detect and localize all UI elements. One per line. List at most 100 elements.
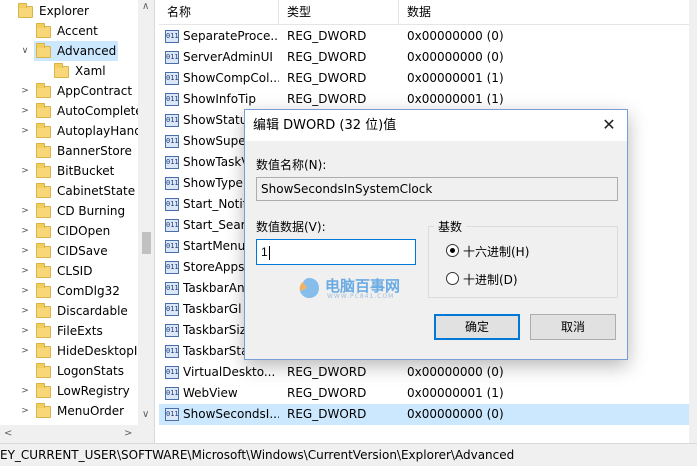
scroll-right-icon[interactable]: > — [124, 428, 132, 439]
tree-item-label[interactable]: Discardable — [57, 301, 128, 321]
value-data-cell: 0x00000001 (1) — [407, 71, 504, 85]
expand-chevron-icon — [2, 1, 12, 21]
tree-item-label[interactable]: Xaml — [75, 61, 106, 81]
folder-icon — [36, 403, 51, 418]
expand-chevron-icon[interactable]: > — [20, 121, 30, 141]
table-row[interactable]: 011 ShowSecondsI... REG_DWORD 0x00000000 (0… — [159, 404, 689, 425]
tree-item-label[interactable]: BannerStore — [57, 141, 132, 161]
scroll-up-icon[interactable]: ∧ — [142, 1, 149, 12]
expand-chevron-icon[interactable]: > — [20, 161, 30, 181]
value-name-field: ShowSecondsInSystemClock — [256, 177, 618, 201]
tree-item-label[interactable]: CIDOpen — [57, 221, 110, 241]
folder-icon — [36, 203, 51, 218]
collapse-chevron-icon[interactable]: ∨ — [20, 41, 30, 61]
reg-dword-icon: 011 — [165, 198, 179, 211]
decimal-radio-label[interactable]: 十进制(D) — [463, 271, 518, 288]
folder-icon — [36, 123, 51, 138]
status-bar: EY_CURRENT_USER\SOFTWARE\Microsoft\Windo… — [0, 443, 697, 466]
ok-button[interactable]: 确定 — [434, 314, 520, 340]
expand-chevron-icon[interactable]: > — [20, 81, 30, 101]
tree-item-label[interactable]: AppContract — [57, 81, 132, 101]
tree-item-label[interactable]: FileExts — [57, 321, 103, 341]
expand-chevron-icon[interactable]: > — [20, 341, 30, 361]
tree-item-label[interactable]: AutoplayHand — [57, 121, 142, 141]
base-groupbox — [428, 226, 618, 298]
value-data-cell: 0x00000001 (1) — [407, 386, 504, 400]
hex-radio-label[interactable]: 十六进制(H) — [463, 243, 529, 260]
cancel-button[interactable]: 取消 — [530, 314, 616, 340]
expand-chevron-icon[interactable]: > — [20, 221, 30, 241]
expand-chevron-icon[interactable]: > — [20, 321, 30, 341]
column-header-type[interactable]: 类型 — [279, 0, 399, 25]
tree-item-label[interactable]: AutoComplete — [57, 101, 143, 121]
reg-dword-icon: 011 — [165, 219, 179, 232]
tree-item-label[interactable]: CabinetState — [57, 181, 135, 201]
expand-chevron-icon[interactable]: > — [20, 301, 30, 321]
base-group-label: 基数 — [434, 218, 467, 235]
tree-item-label[interactable]: LogonStats — [57, 361, 124, 381]
value-type-cell: REG_DWORD — [287, 92, 367, 106]
value-data-input[interactable]: 1 — [256, 239, 416, 265]
expand-chevron-icon[interactable]: > — [20, 101, 30, 121]
scroll-left-icon[interactable]: < — [4, 428, 12, 439]
value-data-cell: 0x00000000 (0) — [407, 407, 504, 421]
tree-horizontal-scrollbar[interactable]: < > — [0, 425, 154, 443]
watermark-subtext: WWW.PC841.COM — [327, 293, 395, 300]
reg-dword-icon: 011 — [165, 30, 179, 43]
list-vertical-scrollbar[interactable] — [689, 0, 697, 443]
folder-icon — [36, 263, 51, 278]
table-row[interactable]: 011 SeparateProce... REG_DWORD 0x00000000 (… — [159, 26, 689, 47]
reg-dword-icon: 011 — [165, 366, 179, 379]
folder-icon — [54, 63, 69, 78]
table-row[interactable]: 011 VirtualDeskto... REG_DWORD 0x00000000 (… — [159, 362, 689, 383]
folder-icon — [36, 243, 51, 258]
table-row[interactable]: 011 ShowCompCol... REG_DWORD 0x00000001 (1) — [159, 68, 689, 89]
tree-item-label[interactable]: Accent — [57, 21, 98, 41]
value-name-text: ShowSecondsInSystemClock — [261, 182, 433, 196]
value-name-cell: ShowSecondsI... — [183, 407, 279, 421]
expand-chevron-icon[interactable]: > — [20, 281, 30, 301]
registry-key-tree[interactable]: Explorer Accent ∨ Advanced Xaml > AppContract >… — [0, 0, 155, 443]
folder-icon — [36, 323, 51, 338]
expand-chevron-icon[interactable]: > — [20, 381, 30, 401]
tree-item-label[interactable]: HideDesktopI — [57, 341, 137, 361]
tree-vertical-scrollbar[interactable]: ∧ ∨ — [138, 0, 154, 425]
expand-chevron-icon[interactable]: > — [20, 241, 30, 261]
expand-chevron-icon — [20, 21, 30, 41]
reg-dword-icon: 011 — [165, 261, 179, 274]
expand-chevron-icon[interactable]: > — [20, 201, 30, 221]
tree-item-label[interactable]: CIDSave — [57, 241, 108, 261]
value-type-cell: REG_DWORD — [287, 407, 367, 421]
table-row[interactable]: 011 ServerAdminUI REG_DWORD 0x00000000 (0) — [159, 47, 689, 68]
close-icon[interactable]: ✕ — [595, 112, 623, 138]
dialog-title-bar[interactable]: 编辑 DWORD (32 位)值 ✕ — [245, 110, 627, 141]
expand-chevron-icon — [38, 61, 48, 81]
column-header-name[interactable]: 名称 — [159, 0, 279, 25]
decimal-radio[interactable] — [446, 272, 459, 285]
reg-dword-icon: 011 — [165, 114, 179, 127]
tree-item-label[interactable]: ComDlg32 — [57, 281, 120, 301]
value-type-cell: REG_DWORD — [287, 71, 367, 85]
expand-chevron-icon — [20, 361, 30, 381]
folder-icon — [36, 363, 51, 378]
tree-item-label[interactable]: BitBucket — [57, 161, 114, 181]
tree-item-label[interactable]: LowRegistry — [57, 381, 130, 401]
hex-radio[interactable] — [446, 244, 459, 257]
tree-item-label[interactable]: Advanced — [57, 41, 116, 61]
expand-chevron-icon[interactable]: > — [20, 401, 30, 421]
folder-icon — [36, 83, 51, 98]
table-row[interactable]: 011 ShowInfoTip REG_DWORD 0x00000001 (1) — [159, 89, 689, 110]
scroll-down-icon[interactable]: ∨ — [142, 409, 149, 420]
tree-item-label[interactable]: CD Burning — [57, 201, 125, 221]
expand-chevron-icon[interactable]: > — [20, 261, 30, 281]
value-name-label: 数值名称(N): — [256, 158, 327, 172]
tree-item-label[interactable]: CLSID — [57, 261, 92, 281]
column-header-data[interactable]: 数据 — [399, 0, 689, 25]
watermark-logo-icon — [299, 278, 319, 298]
tree-item-label[interactable]: Explorer — [39, 1, 89, 21]
expand-chevron-icon — [20, 141, 30, 161]
tree-item-label[interactable]: MenuOrder — [57, 401, 124, 421]
value-data-text: 1 — [261, 245, 268, 259]
tree-scrollbar-thumb[interactable] — [142, 232, 151, 254]
table-row[interactable]: 011 WebView REG_DWORD 0x00000001 (1) — [159, 383, 689, 404]
